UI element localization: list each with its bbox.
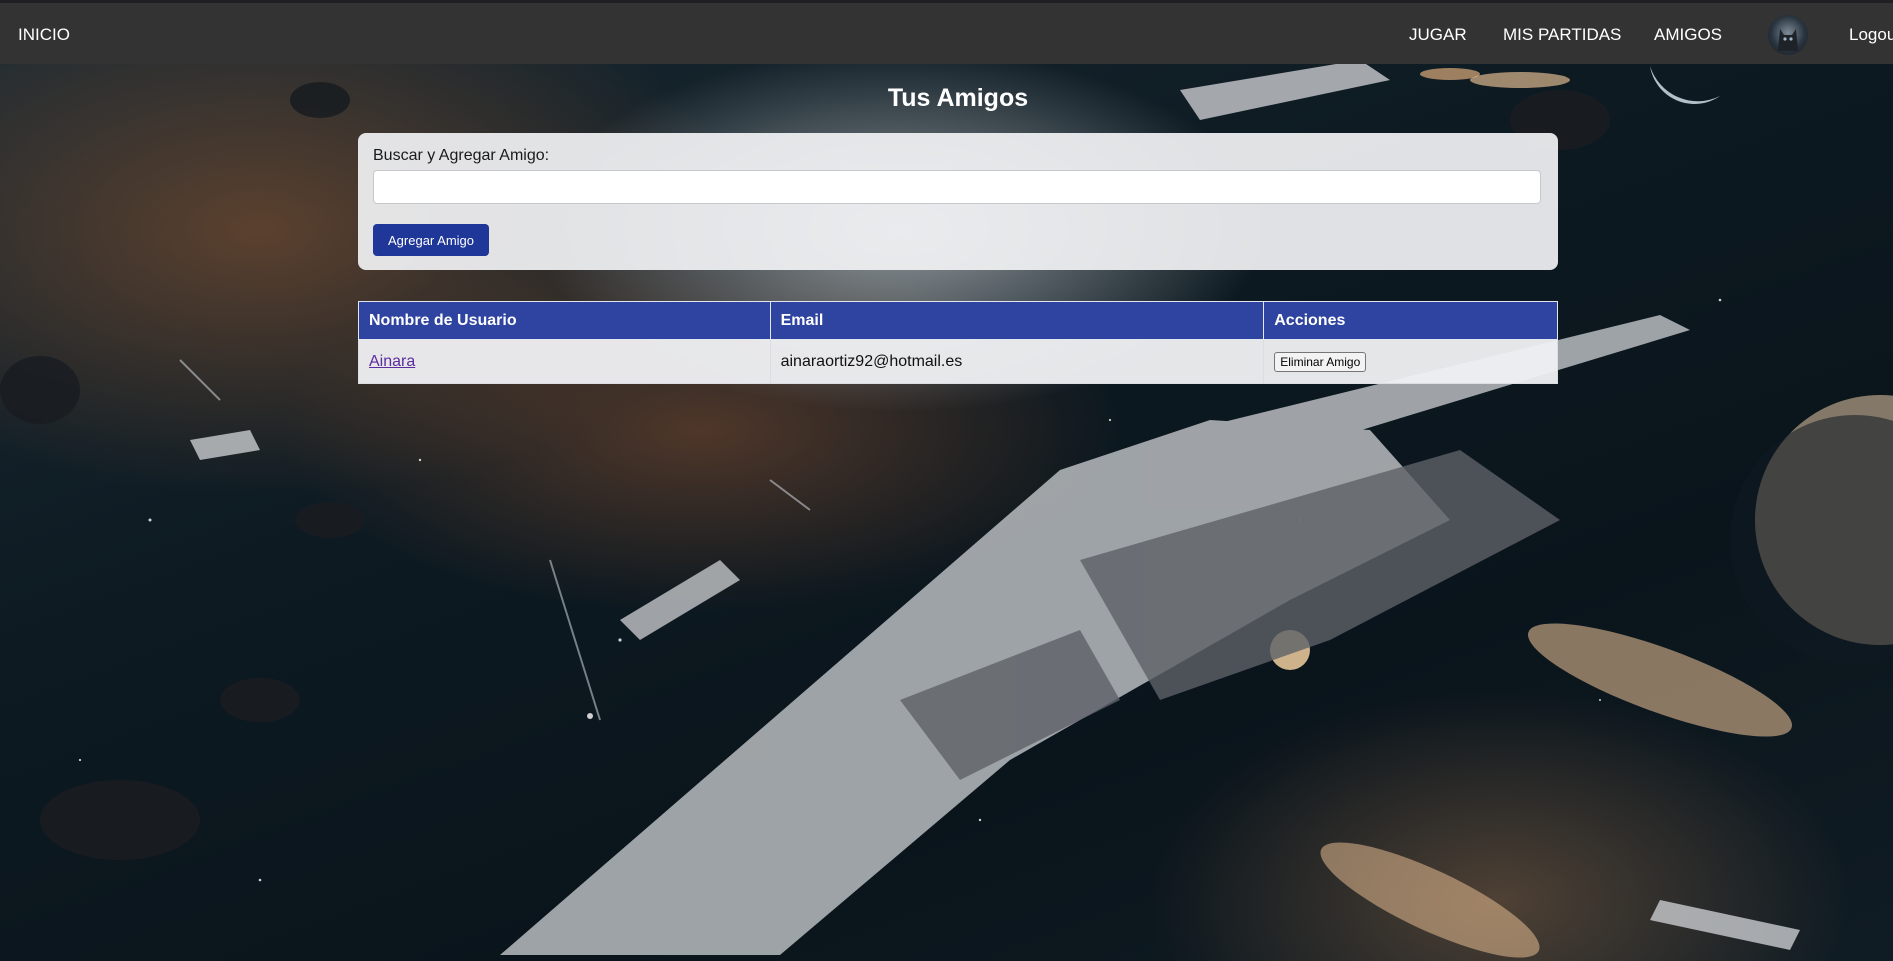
nav-home-link[interactable]: INICIO <box>18 25 70 45</box>
nav-logout-link[interactable]: Logou <box>1849 25 1893 45</box>
friend-username-link[interactable]: Ainara <box>369 353 415 370</box>
email-cell: ainaraortiz92@hotmail.es <box>769 339 1265 384</box>
nav-my-games-link[interactable]: MIS PARTIDAS <box>1503 25 1621 45</box>
page-title: Tus Amigos <box>887 84 1029 112</box>
friends-table: Nombre de Usuario Email Acciones Ainara … <box>358 301 1558 384</box>
table-header-row: Nombre de Usuario Email Acciones <box>358 301 1558 340</box>
nav-play-link[interactable]: JUGAR <box>1409 25 1467 45</box>
add-friend-form: Buscar y Agregar Amigo: Agregar Amigo <box>358 133 1558 270</box>
nav-friends-link[interactable]: AMIGOS <box>1654 25 1722 45</box>
column-header-email: Email <box>769 301 1265 340</box>
add-friend-button[interactable]: Agregar Amigo <box>373 224 489 256</box>
username-cell: Ainara <box>358 339 771 384</box>
cat-silhouette-icon <box>1778 29 1798 51</box>
table-row: Ainara ainaraortiz92@hotmail.es Eliminar… <box>358 339 1558 384</box>
remove-friend-button[interactable]: Eliminar Amigo <box>1274 351 1367 372</box>
add-friend-label: Buscar y Agregar Amigo: <box>373 147 550 164</box>
column-header-username: Nombre de Usuario <box>358 301 771 340</box>
column-header-actions: Acciones <box>1263 301 1558 340</box>
top-navigation-bar: INICIO JUGAR MIS PARTIDAS AMIGOS Logou <box>0 0 1893 64</box>
add-friend-search-input[interactable] <box>373 170 1541 204</box>
actions-cell: Eliminar Amigo <box>1263 339 1558 384</box>
cat-avatar-icon[interactable] <box>1768 15 1808 55</box>
